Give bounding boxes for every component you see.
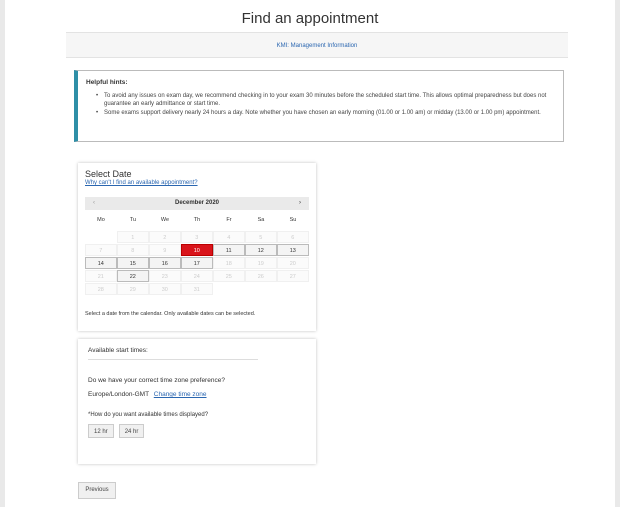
weekday-label: Su: [289, 217, 297, 223]
bullet-icon: •: [96, 110, 99, 116]
calendar-day: 24: [181, 270, 213, 282]
calendar-day: 3: [181, 231, 213, 243]
exam-subheader: KMI: Management Information: [66, 32, 568, 58]
24-hour-button[interactable]: 24 hr: [118, 424, 145, 438]
calendar-day: 27: [277, 270, 309, 282]
weekday-label: Th: [193, 217, 201, 223]
available-day[interactable]: 11: [213, 244, 245, 256]
calendar-day: 5: [245, 231, 277, 243]
hint-item: • Some exams support delivery nearly 24 h…: [96, 110, 541, 116]
availability-help-link[interactable]: Why can't I find an available appointmen…: [85, 180, 309, 186]
hints-list: • To avoid any issues on exam day, we rec…: [86, 92, 553, 117]
next-month-icon[interactable]: ›: [299, 197, 301, 210]
previous-button[interactable]: Previous: [78, 482, 116, 499]
calendar-day: 23: [149, 270, 181, 282]
calendar-day: 9: [149, 244, 181, 256]
calendar-week: 28 29 30 31: [85, 283, 309, 296]
bullet-icon: •: [96, 93, 99, 99]
hints-heading: Helpful hints:: [86, 79, 128, 86]
calendar-week: 21 22 23 24 25 26 27: [85, 270, 309, 283]
weekday-label: Mo: [97, 217, 105, 223]
calendar-day: 1: [117, 231, 149, 243]
weekday-label: Tu: [129, 217, 137, 223]
timezone-row: Europe/London-GMT Change time zone: [88, 391, 306, 398]
selected-day[interactable]: 10: [181, 244, 213, 256]
calendar-note: Select a date from the calendar. Only av…: [85, 311, 256, 317]
weekday-header: Mo Tu We Th Fr Sa Su: [85, 217, 309, 223]
calendar-header: ‹ December 2020 ›: [85, 197, 309, 210]
calendar-week: 7 8 9 10 11 12 13: [85, 244, 309, 257]
available-day[interactable]: 14: [85, 257, 117, 269]
calendar-day: 31: [181, 283, 213, 295]
available-day[interactable]: 15: [117, 257, 149, 269]
weekday-label: Fr: [226, 217, 232, 223]
timezone-value: Europe/London-GMT: [88, 391, 149, 398]
timezone-question: Do we have your correct time zone prefer…: [88, 377, 225, 384]
calendar-day: 30: [149, 283, 181, 295]
calendar-day: 6: [277, 231, 309, 243]
calendar-grid: 1 2 3 4 5 6 7 8 9 10 11 12 13 14 15 16 17 18 19 20 21 22 23 24 2…: [85, 231, 309, 296]
time-format-buttons: 12 hr 24 hr: [88, 424, 306, 438]
calendar-day: 28: [85, 283, 117, 295]
calendar-month: December 2020: [174, 200, 220, 206]
change-timezone-link[interactable]: Change time zone: [154, 391, 207, 398]
calendar-day: [245, 283, 277, 295]
calendar-day: 29: [117, 283, 149, 295]
calendar-day: 25: [213, 270, 245, 282]
divider: [88, 359, 258, 360]
available-day[interactable]: 13: [277, 244, 309, 256]
prev-month-icon[interactable]: ‹: [93, 197, 95, 210]
start-times-card: Available start times: Do we have your c…: [78, 339, 316, 464]
weekday-label: We: [160, 217, 170, 223]
calendar-day: 18: [213, 257, 245, 269]
calendar-day: 7: [85, 244, 117, 256]
calendar-day: 2: [149, 231, 181, 243]
calendar-day: 4: [213, 231, 245, 243]
available-day[interactable]: 22: [117, 270, 149, 282]
available-day[interactable]: 12: [245, 244, 277, 256]
12-hour-button[interactable]: 12 hr: [88, 424, 114, 438]
available-day[interactable]: 16: [149, 257, 181, 269]
select-date-card: Select Date Why can't I find an availabl…: [78, 163, 316, 331]
calendar-week: 14 15 16 17 18 19 20: [85, 257, 309, 270]
hint-item: • To avoid any issues on exam day, we rec…: [96, 93, 547, 107]
calendar-day: 19: [245, 257, 277, 269]
calendar-week: 123456: [85, 231, 309, 244]
calendar-day: [85, 231, 117, 243]
calendar-day: [277, 283, 309, 295]
calendar-day: 8: [117, 244, 149, 256]
page-title: Find an appointment: [241, 10, 379, 27]
weekday-label: Sa: [257, 217, 265, 223]
helpful-hints-panel: Helpful hints: • To avoid any issues on e…: [74, 70, 564, 142]
calendar-day: 26: [245, 270, 277, 282]
select-date-heading: Select Date: [85, 169, 132, 179]
calendar-day: 20: [277, 257, 309, 269]
available-day[interactable]: 17: [181, 257, 213, 269]
calendar-day: 21: [85, 270, 117, 282]
start-times-heading: Available start times:: [88, 347, 148, 354]
time-format-question: *How do you want available times display…: [88, 412, 209, 418]
calendar-day: [213, 283, 245, 295]
page: Find an appointment KMI: Management Info…: [5, 0, 615, 507]
